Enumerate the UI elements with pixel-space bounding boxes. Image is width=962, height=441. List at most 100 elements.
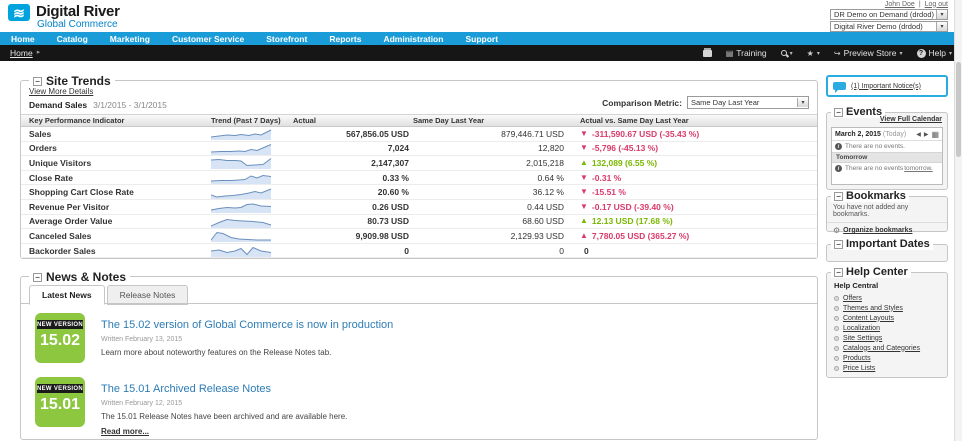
table-row: Close Rate 0.33 % 0.64 % ▼-0.31 % xyxy=(21,171,817,186)
logo-subtitle: Global Commerce xyxy=(36,19,120,30)
current-date: March 2, 2015 xyxy=(835,131,881,138)
change-value: 132,089 (6.55 %) xyxy=(592,158,657,168)
help-link-site-settings[interactable]: Site Settings xyxy=(843,335,882,342)
kpi-table: Key Performance Indicator Trend (Past 7 … xyxy=(21,114,817,258)
calendar-icon[interactable]: ▦ xyxy=(931,130,939,139)
next-day-icon[interactable]: ▶ xyxy=(924,131,929,138)
trend-arrow-icon: ▲ xyxy=(580,232,588,240)
table-row: Canceled Sales 9,909.98 USD 2,129.93 USD… xyxy=(21,229,817,244)
nav-item-customer-service[interactable]: Customer Service xyxy=(161,34,255,44)
help-center-title: Help Center xyxy=(846,266,908,278)
table-row: Revenue Per Visitor 0.26 USD 0.44 USD ▼-… xyxy=(21,200,817,215)
bullet-icon xyxy=(834,296,839,301)
nav-item-catalog[interactable]: Catalog xyxy=(46,34,99,44)
change-value: -0.31 % xyxy=(592,173,621,183)
help-link-content-layouts[interactable]: Content Layouts xyxy=(843,315,894,322)
favorites-menu[interactable]: ★ ▾ xyxy=(807,49,820,58)
trend-arrow-icon: ▼ xyxy=(580,144,588,152)
digital-river-logo-icon: ≋ xyxy=(8,4,30,21)
site-select-value: Digital River Demo (drdod) xyxy=(834,22,923,31)
comparison-metric-select[interactable]: Same Day Last Year ▾ xyxy=(687,96,809,109)
collapse-icon[interactable]: − xyxy=(834,108,843,117)
tab-divider xyxy=(21,303,817,304)
star-icon: ★ xyxy=(807,49,814,58)
news-notes-panel: − News & Notes Latest News Release Notes… xyxy=(20,276,818,440)
nav-item-support[interactable]: Support xyxy=(454,34,509,44)
last-year-value: 0.64 % xyxy=(411,173,566,183)
scrollbar-thumb[interactable] xyxy=(956,62,961,157)
sparkline-chart xyxy=(211,127,291,140)
collapse-icon[interactable]: − xyxy=(834,192,843,201)
chevron-down-icon[interactable]: ▾ xyxy=(936,22,947,31)
chevron-down-icon[interactable]: ▾ xyxy=(797,98,808,107)
secondary-toolbar: Home ▸ ▤ Training ▾ ★ ▾ ↪ Preview Store … xyxy=(0,45,962,61)
printer-icon xyxy=(703,50,712,57)
primary-nav: Home Catalog Marketing Customer Service … xyxy=(0,32,962,45)
last-year-value: 2,015,218 xyxy=(411,158,566,168)
tomorrow-link[interactable]: tomorrow. xyxy=(904,165,933,172)
table-row: Backorder Sales 0 0 0 xyxy=(21,244,817,259)
search-menu[interactable]: ▾ xyxy=(781,50,793,57)
news-title-link[interactable]: The 15.02 version of Global Commerce is … xyxy=(101,319,393,331)
col-actual-vs: Actual vs. Same Day Last Year xyxy=(566,116,817,125)
important-dates-title: Important Dates xyxy=(846,238,930,250)
organize-bookmarks-link[interactable]: Organize bookmarks xyxy=(843,227,912,234)
news-meta: Written February 12, 2015 xyxy=(101,400,347,407)
actual-value: 80.73 USD xyxy=(291,216,411,226)
sparkline-chart xyxy=(211,186,291,199)
calendar-date-row: March 2, 2015 (Today) ◀ ▶ ▦ xyxy=(832,128,942,141)
nav-item-reports[interactable]: Reports xyxy=(318,34,372,44)
logout-link[interactable]: Log out xyxy=(925,1,948,8)
nav-item-administration[interactable]: Administration xyxy=(372,34,454,44)
view-full-calendar-link[interactable]: View Full Calendar xyxy=(880,116,942,123)
account-link[interactable]: John Doe xyxy=(885,1,915,8)
view-more-details-link[interactable]: View More Details xyxy=(29,87,93,96)
trend-arrow-icon: ▼ xyxy=(580,130,588,138)
news-notes-title: News & Notes xyxy=(46,270,126,284)
help-link-catalogs[interactable]: Catalogs and Categories xyxy=(843,345,920,352)
links-divider: | xyxy=(919,1,921,8)
events-title: Events xyxy=(846,106,882,118)
kpi-label: Unique Visitors xyxy=(21,158,211,168)
help-link-price-lists[interactable]: Price Lists xyxy=(843,365,875,372)
breadcrumb-home-link[interactable]: Home xyxy=(10,48,33,58)
collapse-icon[interactable]: − xyxy=(33,273,42,282)
nav-item-home[interactable]: Home xyxy=(0,34,46,44)
nav-item-storefront[interactable]: Storefront xyxy=(255,34,318,44)
print-button[interactable] xyxy=(703,50,712,57)
news-title-link[interactable]: The 15.01 Archived Release Notes xyxy=(101,383,271,395)
collapse-icon[interactable]: − xyxy=(33,77,42,86)
preview-store-menu[interactable]: ↪ Preview Store ▾ xyxy=(834,48,903,58)
nav-item-marketing[interactable]: Marketing xyxy=(99,34,161,44)
tab-latest-news[interactable]: Latest News xyxy=(29,285,105,305)
help-link-localization[interactable]: Localization xyxy=(843,325,880,332)
badge-label: NEW VERSION xyxy=(37,384,83,393)
last-year-value: 68.60 USD xyxy=(411,216,566,226)
important-dates-box: − Important Dates xyxy=(826,244,948,262)
sparkline-chart xyxy=(211,156,291,169)
help-link-products[interactable]: Products xyxy=(843,355,871,362)
training-button[interactable]: ▤ Training xyxy=(726,48,767,58)
site-select[interactable]: Digital River Demo (drdod) ▾ xyxy=(830,21,948,32)
wrench-icon: ⚙ xyxy=(833,226,840,235)
app-header: ≋ Digital River Global Commerce John Doe… xyxy=(0,0,962,32)
read-more-link[interactable]: Read more... xyxy=(101,427,149,436)
chevron-down-icon[interactable]: ▾ xyxy=(936,10,947,19)
trend-arrow-icon: ▲ xyxy=(580,159,588,167)
prev-day-icon[interactable]: ◀ xyxy=(916,131,921,138)
page-scrollbar[interactable] xyxy=(954,0,962,441)
tab-release-notes[interactable]: Release Notes xyxy=(107,285,189,305)
bullet-icon xyxy=(834,366,839,371)
trend-arrow-icon: ▼ xyxy=(580,203,588,211)
speech-bubble-icon xyxy=(833,82,846,90)
help-center-box: − Help Center Help Central Offers Themes… xyxy=(826,272,948,378)
company-select[interactable]: DR Demo on Demand (drdod) ▾ xyxy=(830,9,948,20)
news-body-text: The 15.01 Release Notes have been archiv… xyxy=(101,412,347,421)
help-menu[interactable]: ? Help ▾ xyxy=(917,48,953,58)
help-link-themes[interactable]: Themes and Styles xyxy=(843,305,903,312)
collapse-icon[interactable]: − xyxy=(834,268,843,277)
collapse-icon[interactable]: − xyxy=(834,240,843,249)
help-link-offers[interactable]: Offers xyxy=(843,295,862,302)
bookmarks-box: − Bookmarks You have not added any bookm… xyxy=(826,196,948,232)
important-notices-link[interactable]: (1) Important Notice(s) xyxy=(851,83,921,90)
